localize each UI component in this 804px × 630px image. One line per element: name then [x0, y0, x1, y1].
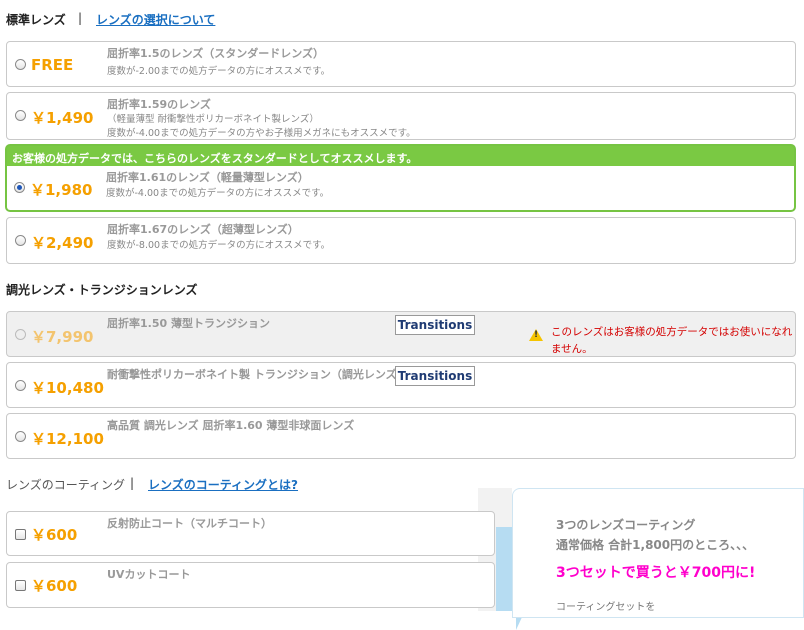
option-title: 屈折率1.61のレンズ（軽量薄型レンズ） [106, 171, 309, 184]
promo-line-1: 3つのレンズコーティング [556, 518, 696, 532]
option-title: 反射防止コート（マルチコート） [107, 517, 272, 530]
section-title-transition: 調光レンズ・トランジションレンズ [6, 283, 198, 297]
lens-option-10480[interactable]: ￥10,480 耐衝撃性ポリカーボネイト製 トランジション（調光レンズ） Tra… [6, 362, 796, 408]
transitions-logo: Transitions [395, 366, 475, 386]
radio-button[interactable] [15, 110, 26, 121]
radio-button-selected[interactable] [14, 182, 25, 193]
lens-option-7990: ￥7,990 屈折率1.50 薄型トランジション Transitions このレ… [6, 311, 796, 357]
option-title: UVカットコート [107, 568, 191, 581]
option-desc: 度数が-8.00までの処方データの方にオススメです。 [107, 240, 331, 251]
option-price: ￥7,990 [31, 328, 94, 346]
lens-option-1980[interactable]: ￥1,980 屈折率1.61のレンズ（軽量薄型レンズ） 度数が-4.00までの処… [7, 166, 794, 210]
option-title: 屈折率1.5のレンズ（スタンダードレンズ） [107, 47, 325, 60]
option-desc: 度数が-4.00までの処方データの方やお子様用メガネにもオススメです。 [107, 128, 416, 139]
recommend-banner: お客様の処方データでは、こちらのレンズをスタンダードとしてオススメします。 [12, 152, 418, 165]
header-separator: | [130, 476, 135, 490]
promo-line-3: 3つセットで買うと￥700円に! [556, 565, 756, 581]
radio-button[interactable] [15, 431, 26, 442]
option-price: ￥600 [31, 526, 78, 544]
radio-button-disabled [15, 329, 26, 340]
checkbox[interactable] [15, 529, 26, 540]
option-desc: （軽量薄型 耐衝撃性ポリカーボネイト製レンズ） [107, 114, 319, 125]
coating-option-uvcut[interactable]: ￥600 UVカットコート [6, 562, 495, 608]
coating-option-antireflection[interactable]: ￥600 反射防止コート（マルチコート） [6, 511, 495, 556]
lens-option-free[interactable]: FREE 屈折率1.5のレンズ（スタンダードレンズ） 度数が-2.00までの処方… [6, 41, 796, 87]
promo-line-2: 通常価格 合計1,800円のところ、、、 [556, 538, 755, 552]
option-price: ￥10,480 [31, 379, 104, 397]
option-price: ￥12,100 [31, 430, 104, 448]
option-price: ￥1,490 [31, 109, 94, 127]
lens-selection-link[interactable]: レンズの選択について [96, 11, 215, 28]
section-title-standard: 標準レンズ [6, 13, 66, 27]
lens-option-12100[interactable]: ￥12,100 高品質 調光レンズ 屈折率1.60 薄型非球面レンズ [6, 413, 796, 459]
lens-option-2490[interactable]: ￥2,490 屈折率1.67のレンズ（超薄型レンズ） 度数が-8.00までの処方… [6, 217, 796, 264]
option-price: FREE [31, 56, 74, 74]
warning-text: このレンズはお客様の処方データではお使いになれません。 [551, 326, 793, 355]
option-title: 屈折率1.67のレンズ（超薄型レンズ） [107, 223, 299, 236]
option-price: ￥1,980 [30, 181, 93, 199]
warning-icon [529, 329, 543, 341]
section-title-coating: レンズのコーティング [6, 478, 126, 492]
radio-button[interactable] [15, 380, 26, 391]
option-title: 屈折率1.50 薄型トランジション [107, 317, 270, 330]
lens-option-1490[interactable]: ￥1,490 屈折率1.59のレンズ （軽量薄型 耐衝撃性ポリカーボネイト製レン… [6, 92, 796, 140]
radio-button[interactable] [15, 235, 26, 246]
transitions-logo: Transitions [395, 315, 475, 335]
radio-button[interactable] [15, 59, 26, 70]
checkbox[interactable] [15, 580, 26, 591]
coating-set-promo: 3つのレンズコーティング 通常価格 合計1,800円のところ、、、 3つセットで… [512, 488, 804, 618]
option-title: 耐衝撃性ポリカーボネイト製 トランジション（調光レンズ） [107, 368, 408, 381]
option-title: 屈折率1.59のレンズ [107, 98, 211, 111]
option-desc: 度数が-2.00までの処方データの方にオススメです。 [107, 66, 331, 77]
option-price: ￥2,490 [31, 234, 94, 252]
option-desc: 度数が-4.00までの処方データの方にオススメです。 [106, 188, 330, 199]
coating-info-link[interactable]: レンズのコーティングとは? [148, 476, 298, 493]
header-separator: | [78, 11, 83, 25]
option-title: 高品質 調光レンズ 屈折率1.60 薄型非球面レンズ [107, 419, 355, 432]
option-price: ￥600 [31, 577, 78, 595]
